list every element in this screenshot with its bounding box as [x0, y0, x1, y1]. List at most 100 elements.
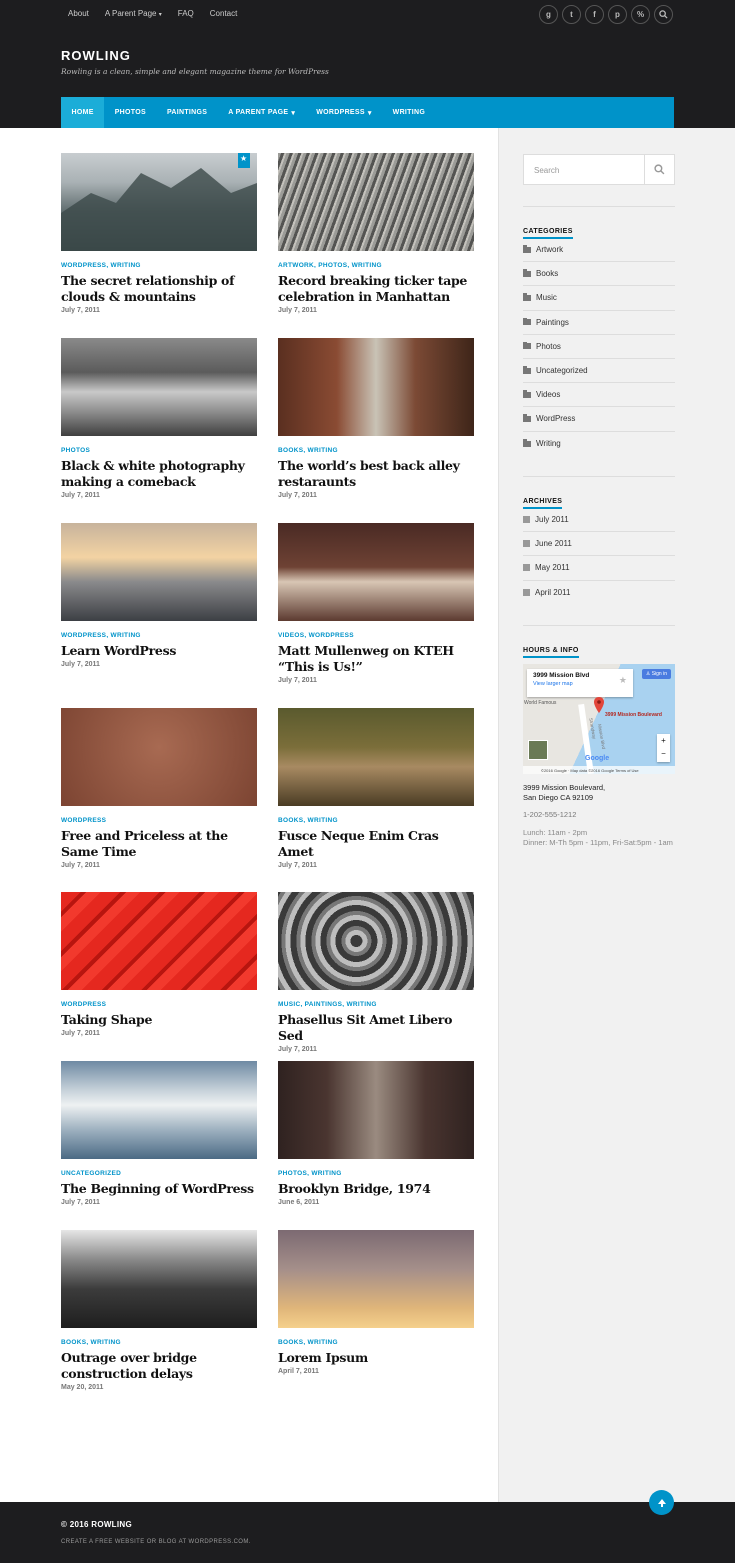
category-item[interactable]: Videos [523, 383, 675, 408]
search-form: Search [523, 154, 675, 185]
search-button[interactable] [644, 155, 674, 184]
post-title[interactable]: Free and Priceless at the Same Time [61, 828, 257, 860]
archive-item[interactable]: April 2011 [523, 581, 675, 605]
hours-dinner: Dinner: M-Th 5pm - 11pm, Fri-Sat:5pm - 1… [523, 837, 673, 847]
category-item[interactable]: Uncategorized [523, 359, 675, 384]
post-thumbnail[interactable] [61, 1061, 257, 1159]
post-categories[interactable]: BOOKS, WRITING [278, 817, 474, 824]
map-pin-icon[interactable] [594, 697, 604, 718]
nav-parent-page[interactable]: A PARENT PAGE ▾ [218, 97, 306, 128]
top-menu-about[interactable]: About [68, 9, 89, 18]
archive-item[interactable]: June 2011 [523, 532, 675, 557]
embedded-map[interactable]: 3999 Mission Blvd View larger map ★ ♙ Si… [523, 664, 675, 774]
zoom-out-button[interactable]: − [657, 747, 670, 760]
archive-item[interactable]: July 2011 [523, 508, 675, 533]
category-item[interactable]: WordPress [523, 407, 675, 432]
post-categories[interactable]: BOOKS, WRITING [278, 447, 474, 454]
post-title[interactable]: The world’s best back alley restaraunts [278, 458, 474, 490]
nav-home[interactable]: HOME [61, 97, 105, 128]
post-categories[interactable]: WORDPRESS, WRITING [61, 262, 257, 269]
post-title[interactable]: Phasellus Sit Amet Libero Sed [278, 1012, 474, 1044]
chevron-down-icon: ▾ [291, 109, 296, 117]
link-icon[interactable]: % [631, 5, 650, 24]
archive-item[interactable]: May 2011 [523, 556, 675, 581]
post-title[interactable]: Brooklyn Bridge, 1974 [278, 1181, 474, 1197]
post-thumbnail[interactable] [61, 1230, 257, 1328]
post-thumbnail[interactable] [278, 892, 474, 990]
nav-writing[interactable]: WRITING [382, 97, 435, 128]
post-thumbnail[interactable] [278, 1230, 474, 1328]
post-title[interactable]: Record breaking ticker tape celebration … [278, 273, 474, 305]
category-item[interactable]: Artwork [523, 238, 675, 263]
post-date: July 7, 2011 [278, 307, 317, 314]
post-thumbnail[interactable] [61, 708, 257, 806]
post-title[interactable]: Black & white photography making a comeb… [61, 458, 257, 490]
post-categories[interactable]: BOOKS, WRITING [278, 1339, 474, 1346]
top-menu-faq[interactable]: FAQ [178, 9, 194, 18]
pinterest-icon[interactable]: p [608, 5, 627, 24]
folder-icon [523, 245, 531, 253]
post-thumbnail[interactable] [278, 523, 474, 621]
view-larger-map-link[interactable]: View larger map [533, 681, 627, 687]
post-categories[interactable]: WORDPRESS, WRITING [61, 632, 257, 639]
post-categories[interactable]: WORDPRESS [61, 817, 257, 824]
twitter-icon[interactable]: t [562, 5, 581, 24]
post-title[interactable]: Fusce Neque Enim Cras Amet [278, 828, 474, 860]
post-thumbnail[interactable]: ★ [61, 153, 257, 251]
categories-list: Artwork Books Music Paintings Photos Unc… [523, 238, 675, 456]
satellite-toggle[interactable] [528, 740, 548, 760]
post-thumbnail[interactable] [61, 523, 257, 621]
category-item[interactable]: Paintings [523, 311, 675, 335]
post-categories[interactable]: PHOTOS [61, 447, 257, 454]
category-item[interactable]: Writing [523, 432, 675, 456]
google-plus-icon[interactable]: g [539, 5, 558, 24]
nav-wordpress[interactable]: WORDPRESS ▾ [306, 97, 382, 128]
post-title[interactable]: The Beginning of WordPress [61, 1181, 257, 1197]
category-item[interactable]: Music [523, 286, 675, 311]
map-sign-in-button[interactable]: ♙ Sign in [641, 669, 671, 679]
facebook-icon[interactable]: f [585, 5, 604, 24]
back-to-top-button[interactable] [649, 1490, 674, 1515]
category-label: Books [536, 269, 559, 279]
top-menu-parent-page[interactable]: A Parent Page ▾ [105, 9, 162, 18]
post-categories[interactable]: VIDEOS, WORDPRESS [278, 632, 474, 639]
folder-icon [523, 293, 531, 301]
nav-paintings[interactable]: PAINTINGS [156, 97, 217, 128]
post-thumbnail[interactable] [61, 338, 257, 436]
search-input[interactable]: Search [524, 155, 644, 184]
post-categories[interactable]: ARTWORK, PHOTOS, WRITING [278, 262, 474, 269]
category-label: Writing [536, 439, 561, 449]
post-categories[interactable]: MUSIC, PAINTINGS, WRITING [278, 1001, 474, 1008]
post-title[interactable]: Matt Mullenweg on KTEH “This is Us!” [278, 643, 474, 675]
post-categories[interactable]: PHOTOS, WRITING [278, 1170, 474, 1177]
search-icon[interactable] [654, 5, 673, 24]
category-item[interactable]: Books [523, 262, 675, 287]
post-categories[interactable]: UNCATEGORIZED [61, 1170, 257, 1177]
post-title[interactable]: Learn WordPress [61, 643, 257, 659]
post-title[interactable]: The secret relationship of clouds & moun… [61, 273, 257, 305]
post-thumbnail[interactable] [278, 338, 474, 436]
footer-credit-link[interactable]: CREATE A FREE WEBSITE OR BLOG AT WORDPRE… [61, 1539, 251, 1545]
post-date: July 7, 2011 [61, 862, 100, 869]
zoom-in-button[interactable]: + [657, 734, 670, 747]
post-card: ★ WORDPRESS, WRITING The secret relation… [61, 153, 257, 314]
folder-icon [523, 439, 531, 447]
post-categories[interactable]: WORDPRESS [61, 1001, 257, 1008]
post-title[interactable]: Outrage over bridge construction delays [61, 1350, 257, 1382]
post-thumbnail[interactable] [278, 1061, 474, 1159]
post-date: April 7, 2011 [278, 1368, 319, 1375]
post-title[interactable]: Taking Shape [61, 1012, 257, 1028]
search-icon [654, 164, 665, 175]
post-thumbnail[interactable] [278, 153, 474, 251]
top-menu-contact[interactable]: Contact [210, 9, 238, 18]
nav-photos[interactable]: PHOTOS [104, 97, 156, 128]
star-icon[interactable]: ★ [619, 675, 627, 686]
category-label: Uncategorized [536, 366, 588, 376]
post-categories[interactable]: BOOKS, WRITING [61, 1339, 257, 1346]
site-title[interactable]: ROWLING [61, 48, 329, 63]
post-thumbnail[interactable] [61, 892, 257, 990]
post-title[interactable]: Lorem Ipsum [278, 1350, 474, 1366]
category-item[interactable]: Photos [523, 335, 675, 359]
map-pin-label: 3999 Mission Boulevard [605, 712, 662, 718]
post-thumbnail[interactable] [278, 708, 474, 806]
